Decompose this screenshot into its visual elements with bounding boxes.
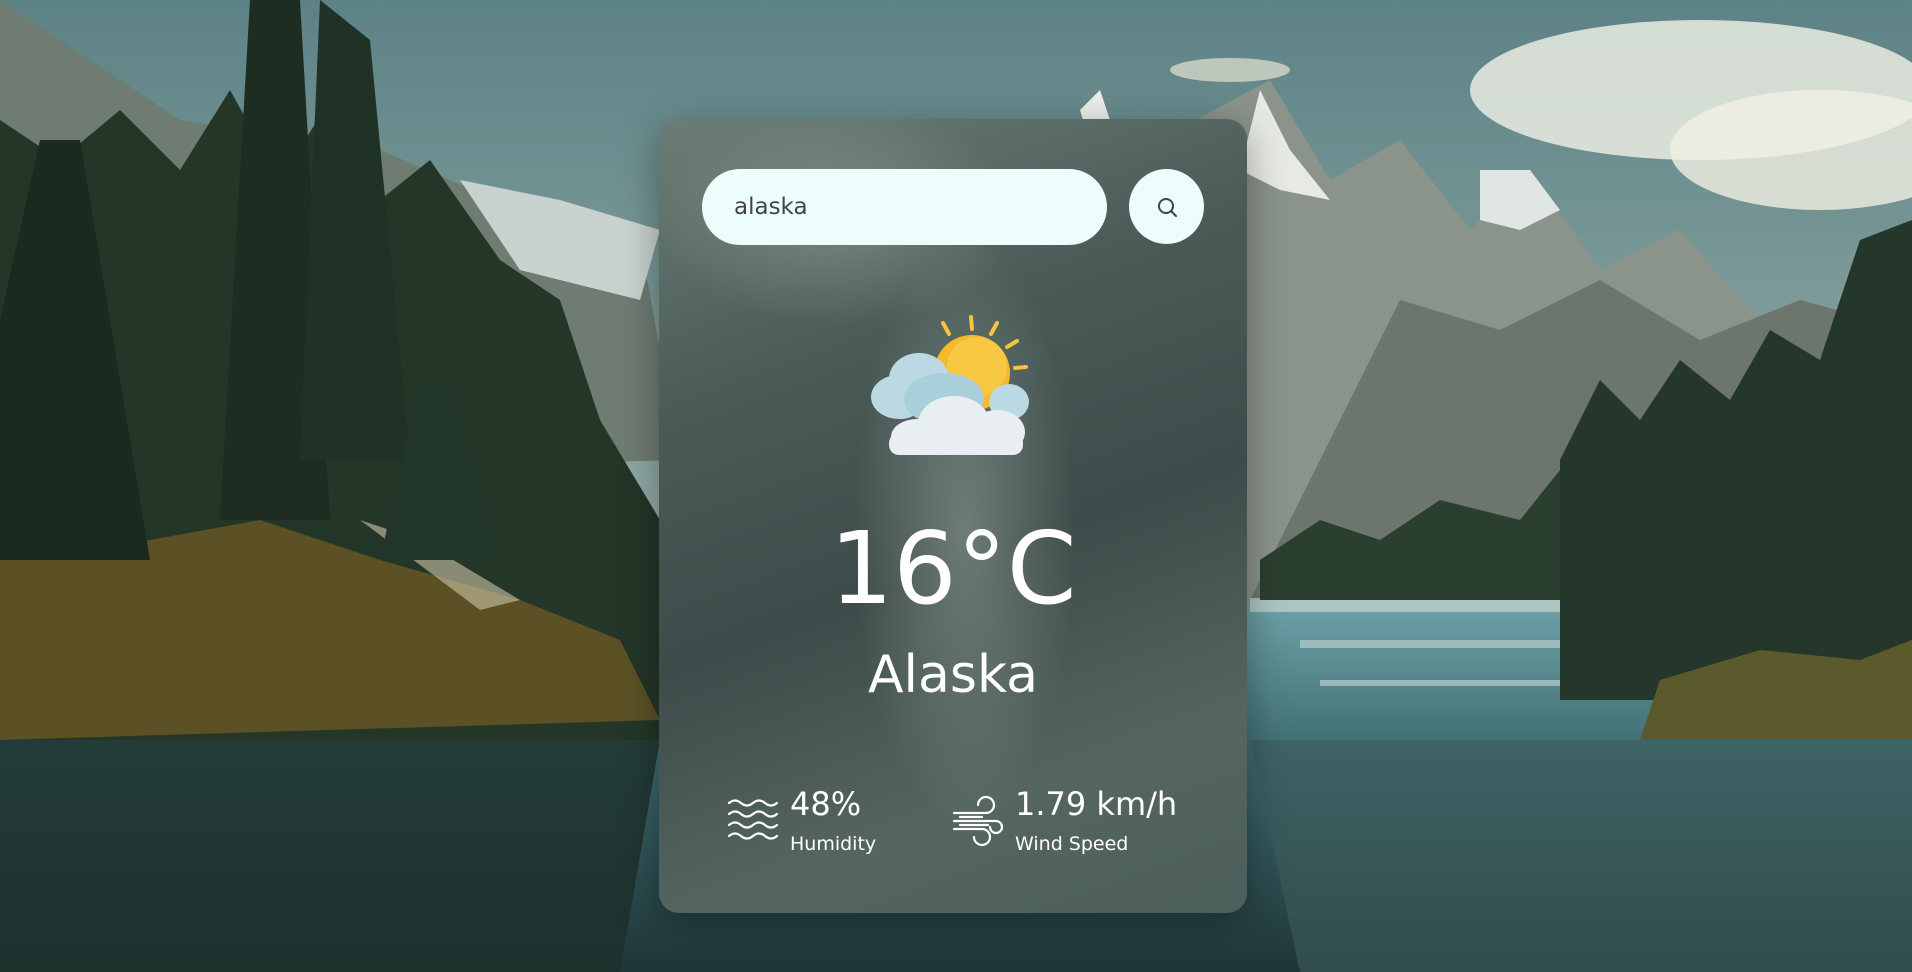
search-bar — [702, 169, 1204, 245]
humidity-waves-icon — [727, 799, 779, 840]
wind-icon — [952, 795, 1004, 847]
temperature: 16°C — [829, 510, 1077, 627]
wind-value: 1.79 km/h — [1015, 785, 1178, 823]
wind-detail: 1.79 km/h Wind Speed — [952, 785, 1222, 857]
search-button[interactable] — [1129, 169, 1204, 244]
weather-card: 16°C Alaska 48% Humidity — [659, 119, 1247, 913]
humidity-label: Humidity — [790, 833, 877, 855]
wind-label: Wind Speed — [1015, 833, 1129, 855]
search-input[interactable] — [702, 169, 1107, 245]
city-name: Alaska — [867, 645, 1039, 705]
partly-cloudy-sun-icon — [871, 315, 1029, 455]
app-background: 16°C Alaska 48% Humidity — [0, 0, 1912, 972]
humidity-detail: 48% Humidity — [727, 785, 927, 857]
search-icon — [1157, 197, 1177, 217]
humidity-value: 48% — [790, 785, 862, 823]
